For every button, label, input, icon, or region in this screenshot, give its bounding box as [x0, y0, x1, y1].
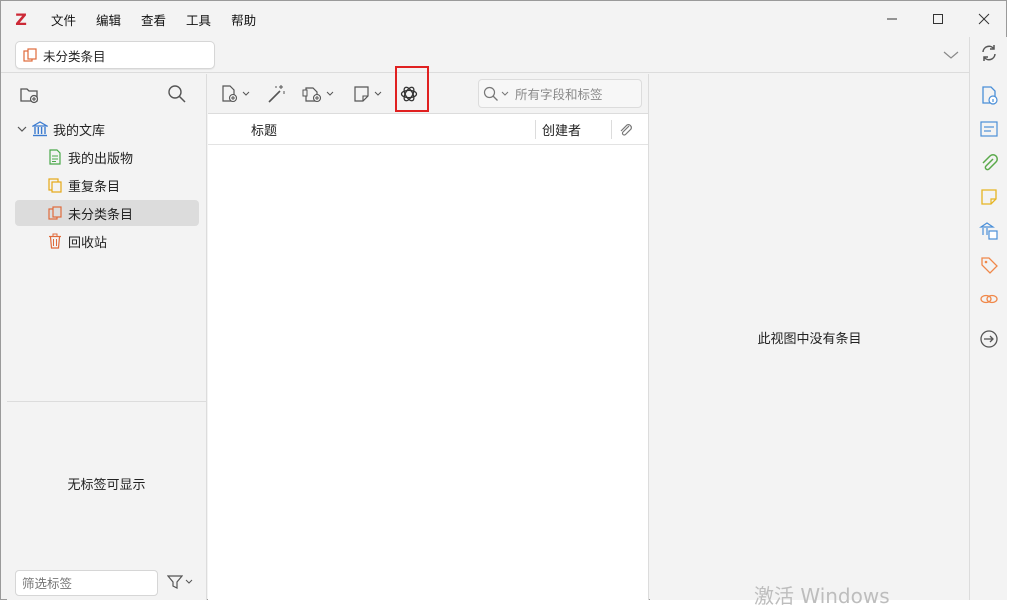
tab-label: 未分类条目: [43, 48, 106, 64]
unfiled-items-icon: [48, 206, 62, 220]
search-icon: [168, 85, 186, 103]
tag-filter-menu-button[interactable]: [167, 574, 193, 590]
menu-file[interactable]: 文件: [41, 10, 86, 29]
column-creator[interactable]: 创建者: [542, 114, 581, 145]
library-icon: [32, 121, 48, 137]
note-icon: [354, 86, 369, 102]
column-attachments[interactable]: [618, 114, 634, 145]
tree-item-my-publications[interactable]: 我的出版物: [47, 144, 133, 170]
column-separator[interactable]: [535, 120, 536, 139]
libraries-collections-icon: [979, 222, 998, 240]
new-note-button[interactable]: [352, 81, 382, 107]
filter-icon: [167, 575, 183, 589]
note-icon: [981, 189, 997, 205]
chevron-down-icon[interactable]: [17, 124, 27, 134]
zotero-logo-icon: Z: [15, 9, 27, 29]
chevron-down-icon: [326, 91, 334, 96]
highlight-box: [395, 66, 429, 112]
tree-item-label: 我的文库: [53, 123, 106, 139]
sidenav-abstract-button[interactable]: [977, 117, 1001, 141]
add-attachment-button[interactable]: [302, 81, 334, 107]
chevron-down-icon: [374, 91, 382, 96]
items-toolbar: 所有字段和标签: [208, 66, 648, 114]
no-tags-message: 无标签可显示: [67, 478, 146, 493]
new-collection-button[interactable]: [19, 84, 39, 104]
collection-search-button[interactable]: [167, 84, 187, 104]
paperclip-icon: [620, 123, 632, 136]
sidenav-tags-button[interactable]: [977, 253, 1001, 277]
tag-icon: [981, 257, 998, 274]
sidenav-info-button[interactable]: [977, 83, 1001, 107]
tree-item-trash[interactable]: 回收站: [47, 228, 107, 254]
chevron-down-icon: [185, 579, 193, 584]
maximize-button[interactable]: [913, 1, 963, 37]
minimize-icon: [887, 18, 897, 20]
minimize-button[interactable]: [867, 1, 917, 37]
sidenav-locate-button[interactable]: [977, 327, 1001, 351]
sync-icon: [982, 45, 996, 61]
publications-icon: [49, 149, 61, 165]
menu-view[interactable]: 查看: [131, 10, 176, 29]
column-title[interactable]: 标题: [251, 114, 277, 145]
close-icon: [978, 13, 990, 25]
search-box[interactable]: 所有字段和标签: [478, 79, 642, 108]
menu-edit[interactable]: 编辑: [86, 10, 131, 29]
close-button[interactable]: [959, 1, 1009, 37]
new-item-icon: [222, 85, 238, 103]
chevron-down-icon: [242, 91, 250, 96]
search-placeholder: 所有字段和标签: [515, 87, 603, 102]
item-pane: 此视图中没有条目: [650, 74, 969, 600]
tab-library[interactable]: 未分类条目: [15, 41, 215, 69]
tree-item-my-library[interactable]: 我的文库: [17, 116, 105, 142]
new-collection-icon: [20, 88, 39, 104]
zotero-window: Z 文件 编辑 查看 工具 帮助 未分类条目 我的文库 我的出版物 重复条目 未…: [0, 0, 1007, 600]
title-bar: Z 文件 编辑 查看 工具 帮助: [1, 1, 1006, 37]
related-link-icon: [980, 294, 998, 304]
search-icon: [483, 86, 498, 101]
windows-activation-watermark: 激活 Windows: [754, 584, 890, 606]
item-pane-empty-message: 此视图中没有条目: [757, 332, 862, 347]
locate-arrow-icon: [980, 330, 998, 348]
unfiled-items-icon: [23, 48, 37, 62]
items-pane: 所有字段和标签 标题 创建者: [208, 66, 649, 600]
sidenav-notes-button[interactable]: [977, 185, 1001, 209]
add-attachment-icon: [302, 87, 322, 103]
tag-filter-input[interactable]: [15, 570, 158, 596]
chevron-down-icon: [943, 51, 959, 59]
duplicate-items-icon: [48, 178, 62, 193]
sidenav-libraries-button[interactable]: [977, 219, 1001, 243]
menu-tools[interactable]: 工具: [176, 10, 221, 29]
add-by-identifier-button[interactable]: [266, 81, 286, 107]
tree-item-label: 回收站: [68, 235, 108, 251]
menu-help[interactable]: 帮助: [221, 10, 266, 29]
document-info-icon: [982, 86, 998, 105]
tree-item-duplicates[interactable]: 重复条目: [47, 172, 120, 198]
trash-icon: [49, 233, 61, 249]
collections-pane: 我的文库 我的出版物 重复条目 未分类条目 回收站 无标签可显示 筛选标签: [7, 74, 207, 600]
maximize-icon: [933, 14, 943, 24]
items-column-header: 标题 创建者: [208, 114, 648, 145]
tag-selector: 无标签可显示: [7, 401, 206, 600]
abstract-icon: [980, 121, 998, 137]
tree-item-unfiled[interactable]: 未分类条目: [15, 200, 199, 226]
item-pane-sidenav: [969, 37, 1007, 600]
magic-wand-icon: [268, 85, 285, 103]
tab-bar: 未分类条目: [1, 37, 969, 73]
tree-item-label: 重复条目: [68, 179, 121, 195]
paperclip-icon: [982, 154, 998, 171]
sidenav-related-button[interactable]: [977, 287, 1001, 311]
collections-toolbar: [7, 74, 206, 114]
column-separator[interactable]: [611, 120, 612, 139]
tree-item-label: 未分类条目: [68, 207, 134, 223]
tabs-menu-button[interactable]: [939, 45, 963, 65]
sync-button[interactable]: [977, 41, 1001, 65]
sidenav-attachments-button[interactable]: [977, 151, 1001, 175]
new-item-button[interactable]: [220, 81, 250, 107]
menu-bar: 文件 编辑 查看 工具 帮助: [41, 10, 266, 29]
tree-item-label: 我的出版物: [68, 151, 134, 167]
chevron-down-icon[interactable]: [501, 90, 509, 98]
